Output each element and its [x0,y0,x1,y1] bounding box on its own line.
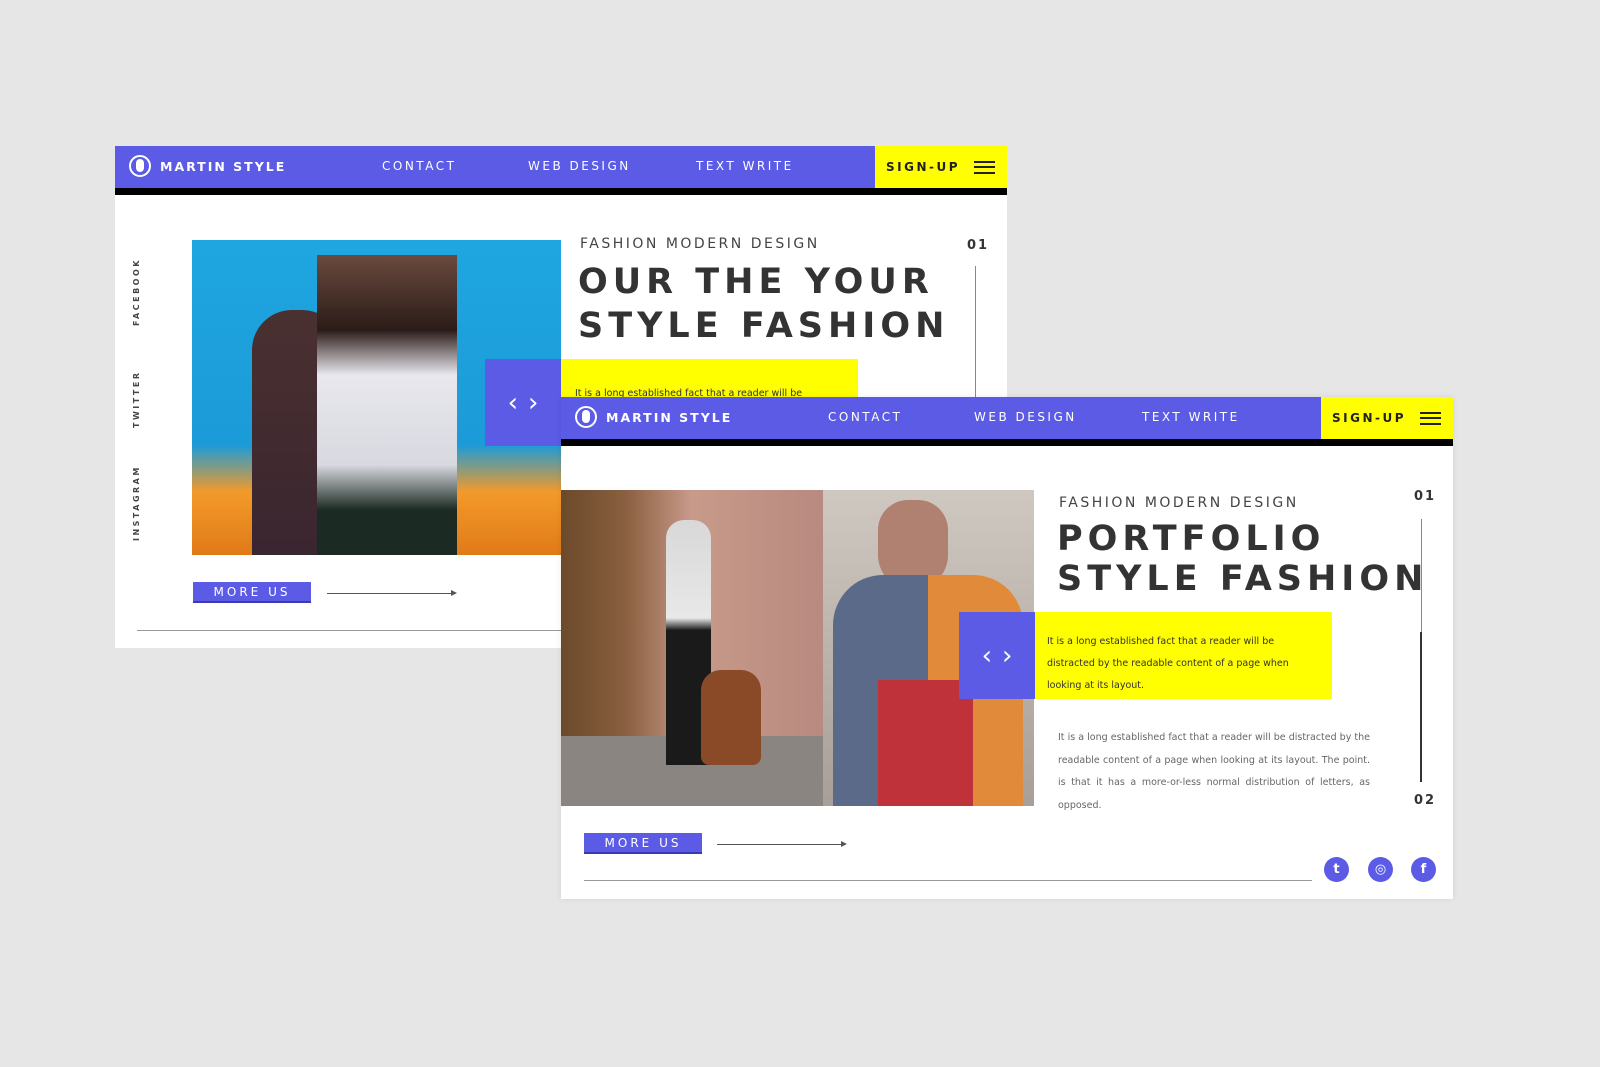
title-line-1: OUR THE YOUR [578,262,934,302]
more-us-button[interactable]: MORE US [584,833,702,854]
slider-arrows: ‹ › [485,359,561,446]
chevron-right-icon[interactable]: › [1002,641,1012,671]
social-facebook[interactable]: FACEBOOK [132,258,141,326]
progress-indicator [1420,632,1422,782]
divider [584,880,1312,881]
user-icon [129,155,151,177]
page-number-top: 01 [1414,489,1437,504]
chevron-left-icon[interactable]: ‹ [982,641,992,671]
facebook-icon[interactable]: f [1411,857,1436,882]
progress-line [975,266,976,406]
slider-arrows: ‹ › [959,612,1035,699]
page-number-bottom: 02 [1414,793,1437,808]
slide-2: MARTIN STYLE CONTACT WEB DESIGN TEXT WRI… [561,397,1453,899]
chevron-right-icon[interactable]: › [528,388,538,418]
signup-button[interactable]: SIGN-UP [875,146,1007,188]
brand[interactable]: MARTIN STYLE [575,406,732,428]
twitter-icon[interactable]: t [1324,857,1349,882]
nav-contact[interactable]: CONTACT [382,159,456,173]
title-line-2: STYLE FASHION [1057,559,1429,599]
title-line-2: STYLE FASHION [578,306,950,346]
navbar: MARTIN STYLE CONTACT WEB DESIGN TEXT WRI… [115,146,1007,195]
signup-label: SIGN-UP [886,160,961,174]
man-with-dog-photo [561,490,823,806]
user-icon [575,406,597,428]
nav-text-write[interactable]: TEXT WRITE [696,159,794,173]
social-instagram[interactable]: INSTAGRAM [132,465,141,541]
brand-name: MARTIN STYLE [160,158,287,174]
brand-name: MARTIN STYLE [606,409,733,425]
signup-button[interactable]: SIGN-UP [1321,397,1453,439]
page-number: 01 [967,238,990,253]
chevron-left-icon[interactable]: ‹ [508,388,518,418]
instagram-icon[interactable]: ◎ [1368,857,1393,882]
menu-icon[interactable] [974,160,996,174]
menu-icon[interactable] [1420,411,1442,425]
more-us-button[interactable]: MORE US [193,582,311,603]
subtitle: FASHION MODERN DESIGN [1059,495,1299,511]
brand[interactable]: MARTIN STYLE [129,155,286,177]
highlight-text: It is a long established fact that a rea… [1047,636,1289,691]
arrow-right-icon [327,590,457,596]
signup-label: SIGN-UP [1332,411,1407,425]
nav-text-write[interactable]: TEXT WRITE [1142,410,1240,424]
title-line-1: PORTFOLIO [1057,519,1326,559]
subtitle: FASHION MODERN DESIGN [580,236,820,252]
nav-contact[interactable]: CONTACT [828,410,902,424]
body-text: It is a long established fact that a rea… [1058,732,1370,811]
nav-web-design[interactable]: WEB DESIGN [528,159,631,173]
arrow-right-icon [717,841,847,847]
navbar: MARTIN STYLE CONTACT WEB DESIGN TEXT WRI… [561,397,1453,446]
nav-web-design[interactable]: WEB DESIGN [974,410,1077,424]
highlight-box: It is a long established fact that a rea… [1034,612,1332,699]
social-twitter[interactable]: TWITTER [132,371,141,428]
